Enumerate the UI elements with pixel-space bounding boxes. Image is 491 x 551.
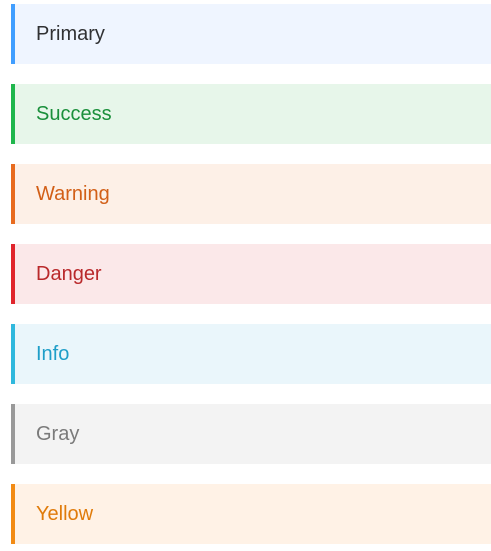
alert-info-label: Info xyxy=(36,343,70,365)
alert-danger: Danger xyxy=(11,244,491,304)
alert-primary-label: Primary xyxy=(36,23,105,45)
alert-danger-label: Danger xyxy=(36,263,102,285)
alert-gray: Gray xyxy=(11,404,491,464)
alert-warning-label: Warning xyxy=(36,183,110,205)
alert-gray-label: Gray xyxy=(36,423,80,445)
alert-success: Success xyxy=(11,84,491,144)
alert-warning: Warning xyxy=(11,164,491,224)
alert-info: Info xyxy=(11,324,491,384)
alert-yellow-label: Yellow xyxy=(36,503,94,525)
alert-primary: Primary xyxy=(11,4,491,64)
alert-yellow: Yellow xyxy=(11,484,491,544)
alert-list: Primary Success Warning Danger Info Gray… xyxy=(11,4,491,544)
alert-success-label: Success xyxy=(36,103,112,125)
